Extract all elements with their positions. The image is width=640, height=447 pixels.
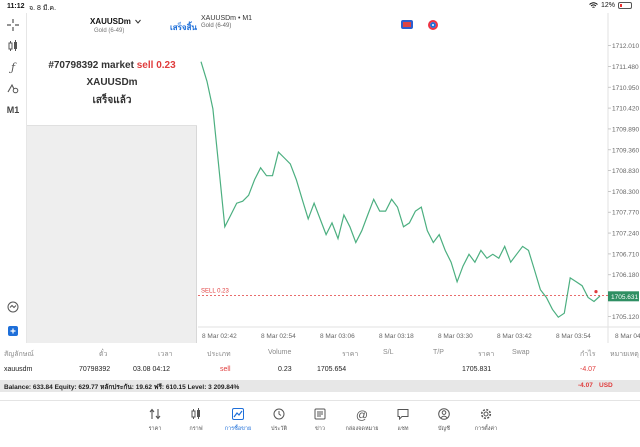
balance-row: Balance: 633.84 Equity: 629.77 หลักประกั… bbox=[0, 380, 640, 392]
order-line-label: SELL 0.23 bbox=[201, 288, 229, 294]
y-tick-label: 1708.830 bbox=[612, 168, 639, 175]
timeframe-button[interactable]: M1 bbox=[4, 102, 22, 118]
y-tick-label: 1710.420 bbox=[612, 106, 639, 113]
col-header-sl: S/L bbox=[383, 349, 394, 356]
col-header-tp: T/P bbox=[433, 349, 444, 356]
bottom-tab-bar: ราคา กราฟ การซื้อขาย ประวัติ ข่าว @ กล่อ… bbox=[0, 400, 640, 447]
col-header-type: ประเภท bbox=[207, 351, 231, 358]
status-bar: 11:12 จ. 8 มี.ค. 12% bbox=[0, 0, 640, 13]
y-tick-label: 1711.480 bbox=[612, 64, 639, 71]
chart-toolbar: ƒ M1 bbox=[0, 13, 27, 343]
order-status: เสร็จแล้ว bbox=[92, 95, 132, 106]
row-volume[interactable]: 0.23 bbox=[278, 366, 292, 373]
y-tick-label: 1707.770 bbox=[612, 210, 639, 217]
function-icon[interactable]: ƒ bbox=[4, 59, 22, 75]
col-header-ticket: ตั๋ว bbox=[99, 351, 108, 358]
y-tick-label: 1709.890 bbox=[612, 126, 639, 133]
x-tick-label: 8 Mar 03:42 bbox=[497, 333, 532, 340]
battery-icon bbox=[618, 2, 632, 9]
battery-percent: 12% bbox=[600, 2, 615, 9]
sell-marker bbox=[594, 290, 598, 294]
col-header-time: เวลา bbox=[158, 351, 173, 358]
current-price-label: 1705.631 bbox=[611, 294, 638, 301]
order-summary: #70798392 market sell 0.23 bbox=[27, 60, 197, 71]
col-header-swap: Swap bbox=[512, 349, 530, 356]
col-header-price: ราคา bbox=[342, 351, 359, 358]
chevron-down-icon bbox=[135, 19, 142, 24]
settings-icon bbox=[461, 408, 511, 422]
row-type[interactable]: sell bbox=[220, 366, 231, 373]
crosshair-icon[interactable] bbox=[4, 17, 22, 33]
row-current-price[interactable]: 1705.831 bbox=[462, 366, 491, 373]
objects-icon[interactable] bbox=[4, 80, 22, 96]
y-tick-label: 1709.360 bbox=[612, 147, 639, 154]
x-tick-label: 8 Mar 03:30 bbox=[438, 333, 473, 340]
order-id: #70798392 market bbox=[48, 60, 134, 71]
col-header-profit: กำไร bbox=[580, 351, 596, 358]
y-tick-label: 1706.180 bbox=[612, 272, 639, 279]
order-symbol: XAUUSDm bbox=[86, 77, 138, 88]
y-tick-label: 1707.240 bbox=[612, 231, 639, 238]
order-side: sell bbox=[136, 60, 154, 71]
y-tick-label: 1708.300 bbox=[612, 189, 639, 196]
col-header-volume: Volume bbox=[268, 349, 292, 356]
x-tick-label: 8 Mar 04:06 bbox=[615, 333, 640, 340]
status-time: 11:12 bbox=[7, 3, 25, 10]
done-button[interactable]: เสร็จสิ้น bbox=[170, 21, 197, 34]
symbol-description: Gold (6-49) bbox=[94, 28, 125, 34]
wifi-icon bbox=[589, 2, 598, 8]
price-chart[interactable]: XAUUSDm • M1 Gold (6-49) 1712.010 1711.48… bbox=[198, 13, 640, 343]
row-profit[interactable]: -4.07 bbox=[580, 366, 596, 373]
col-header-comment: หมายเหตุ bbox=[610, 351, 639, 358]
col-header-symbol: สัญลักษณ์ bbox=[4, 351, 34, 358]
y-tick-label: 1706.710 bbox=[612, 251, 639, 258]
tab-label: การตั้งค่า bbox=[474, 426, 498, 432]
y-tick-label: 1712.010 bbox=[612, 43, 639, 50]
row-ticket[interactable]: 70798392 bbox=[79, 366, 110, 373]
row-symbol[interactable]: xauusdm bbox=[4, 366, 32, 373]
zoom-icon[interactable] bbox=[4, 299, 22, 315]
symbol-selector[interactable]: XAUUSDm bbox=[90, 17, 142, 26]
order-volume: 0.23 bbox=[156, 60, 176, 71]
symbol-label: XAUUSDm bbox=[90, 17, 131, 26]
y-tick-label: 1710.950 bbox=[612, 85, 639, 92]
add-icon[interactable] bbox=[4, 323, 22, 339]
x-tick-label: 8 Mar 02:42 bbox=[202, 333, 237, 340]
balance-summary: Balance: 633.84 Equity: 629.77 หลักประกั… bbox=[4, 384, 240, 391]
trade-table: สัญลักษณ์ ตั๋ว เวลา ประเภท Volume ราคา S… bbox=[0, 344, 640, 380]
row-open-price[interactable]: 1705.654 bbox=[317, 366, 346, 373]
row-time[interactable]: 03.08 04:12 bbox=[133, 366, 170, 373]
col-header-current-price: ราคา bbox=[478, 351, 495, 358]
tab-settings[interactable]: การตั้งค่า bbox=[461, 408, 511, 433]
x-tick-label: 8 Mar 03:54 bbox=[556, 333, 591, 340]
chart-canvas[interactable]: 1712.010 1711.480 1710.950 1710.420 1709.890… bbox=[198, 13, 640, 343]
y-tick-label: 1705.120 bbox=[612, 314, 639, 321]
total-profit: -4.07 bbox=[578, 382, 593, 389]
order-panel: XAUUSDm Gold (6-49) เสร็จสิ้น #70798392 … bbox=[27, 13, 197, 343]
x-tick-label: 8 Mar 02:54 bbox=[261, 333, 296, 340]
x-tick-label: 8 Mar 03:18 bbox=[379, 333, 414, 340]
status-right: 12% bbox=[589, 2, 632, 9]
order-result: XAUUSDm Gold (6-49) เสร็จสิ้น #70798392 … bbox=[27, 13, 197, 126]
currency-label: USD bbox=[599, 382, 613, 389]
indicators-icon[interactable] bbox=[4, 38, 22, 54]
x-tick-label: 8 Mar 03:06 bbox=[320, 333, 355, 340]
price-series-line bbox=[200, 61, 601, 319]
